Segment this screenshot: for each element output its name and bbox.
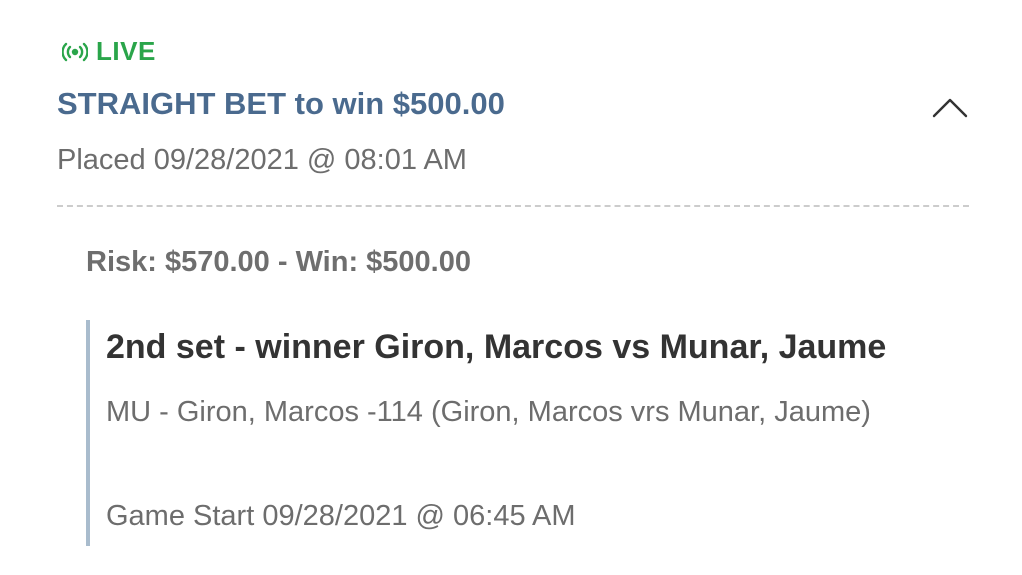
bet-title: STRAIGHT BET to win $500.00 bbox=[57, 86, 505, 121]
placed-timestamp: Placed 09/28/2021 @ 08:01 AM bbox=[57, 144, 467, 176]
divider bbox=[57, 205, 969, 207]
chevron-up-icon[interactable] bbox=[930, 92, 970, 122]
game-start-time: Game Start 09/28/2021 @ 06:45 AM bbox=[106, 500, 576, 532]
selection-title: 2nd set - winner Giron, Marcos vs Munar,… bbox=[106, 328, 887, 366]
live-label: LIVE bbox=[96, 36, 156, 66]
live-broadcast-icon bbox=[62, 42, 88, 61]
risk-win-summary: Risk: $570.00 - Win: $500.00 bbox=[86, 246, 472, 278]
bet-card: LIVE STRAIGHT BET to win $500.00 Placed … bbox=[0, 0, 1022, 575]
live-indicator: LIVE bbox=[62, 36, 156, 67]
selection-description: MU - Giron, Marcos -114 (Giron, Marcos v… bbox=[106, 396, 871, 428]
bet-selection: 2nd set - winner Giron, Marcos vs Munar,… bbox=[86, 320, 990, 546]
